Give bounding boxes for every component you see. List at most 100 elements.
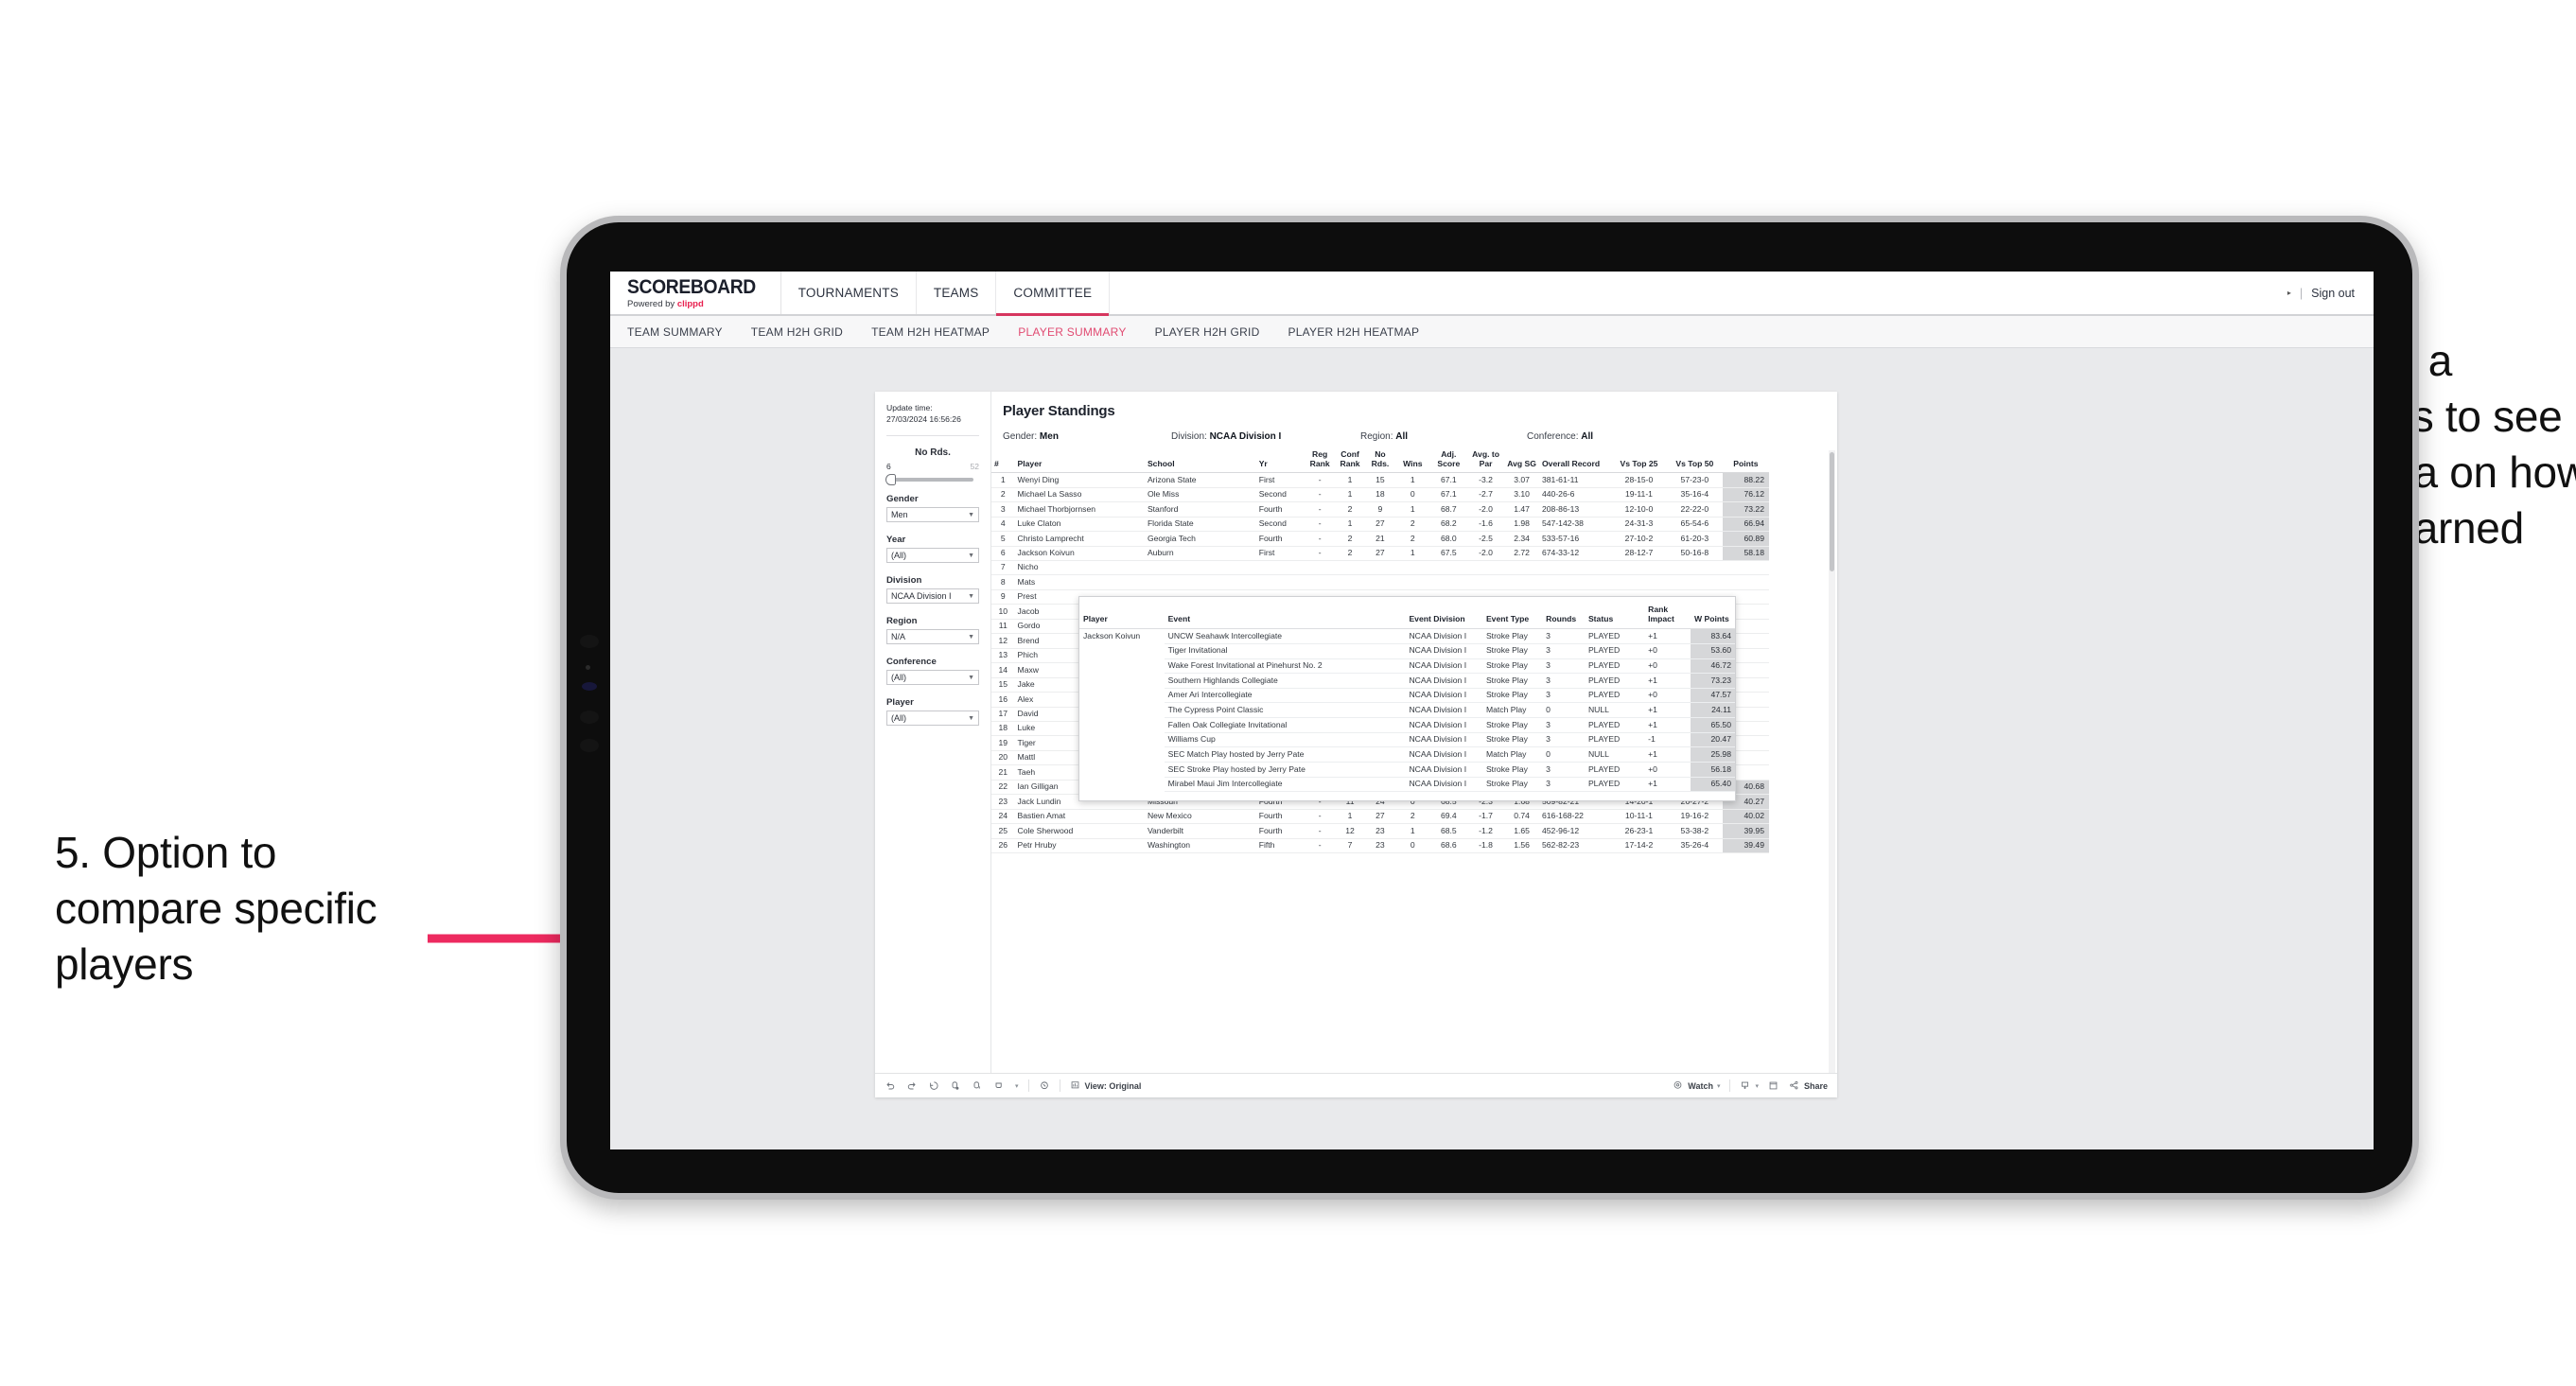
- revert-icon[interactable]: [928, 1080, 939, 1092]
- table-row[interactable]: 25 Cole Sherwood Vanderbilt Fourth -12 23 1 68.…: [991, 823, 1769, 839]
- cell-pts[interactable]: 66.94: [1722, 517, 1769, 533]
- col-player[interactable]: Player: [1014, 450, 1145, 474]
- cell-school: [1144, 560, 1256, 576]
- tab-player-summary[interactable]: PLAYER SUMMARY: [1018, 325, 1126, 339]
- filter-conference-select[interactable]: (All) ▼: [886, 670, 979, 686]
- cell-yr: Second: [1255, 487, 1306, 503]
- cell-pts[interactable]: [1722, 574, 1769, 590]
- col-vs-top-50[interactable]: Vs Top 50: [1666, 450, 1723, 474]
- tooltip-cell-event: Fallen Oak Collegiate Invitational: [1164, 717, 1406, 733]
- tooltip-cell-player: [1079, 777, 1165, 792]
- points-tooltip-popup: Player Event Event Division Event Type R…: [1078, 596, 1736, 802]
- table-row[interactable]: 1 Wenyi Ding Arizona State First -1 15 1 67.1 -3…: [991, 472, 1769, 488]
- tooltip-cell-wpts: 65.40: [1691, 777, 1735, 793]
- filter-year-select[interactable]: (All) ▼: [886, 548, 979, 564]
- nav-item-tournaments[interactable]: TOURNAMENTS: [781, 272, 917, 314]
- cell-pts[interactable]: [1722, 560, 1769, 576]
- redo-icon[interactable]: [906, 1080, 918, 1092]
- col-points[interactable]: Points: [1722, 450, 1769, 474]
- table-row[interactable]: 3 Michael Thorbjornsen Stanford Fourth -2 9 1 6…: [991, 501, 1769, 518]
- col-adj-score[interactable]: Adj. Score: [1429, 450, 1467, 474]
- col-school[interactable]: School: [1144, 450, 1256, 474]
- tab-player-h2h-grid[interactable]: PLAYER H2H GRID: [1155, 325, 1260, 339]
- col-rank[interactable]: #: [991, 450, 1015, 474]
- pause-auto-updates-icon[interactable]: [1039, 1080, 1050, 1092]
- tab-player-h2h-heatmap[interactable]: PLAYER H2H HEATMAP: [1288, 325, 1420, 339]
- view-original-button[interactable]: View: Original: [1070, 1080, 1141, 1092]
- share-button[interactable]: Share: [1789, 1080, 1828, 1092]
- no-rounds-slider[interactable]: [885, 474, 973, 486]
- clear-selection-caret-icon[interactable]: ▾: [1015, 1082, 1019, 1090]
- fullscreen-icon[interactable]: [1768, 1080, 1779, 1092]
- col-avg-to-par[interactable]: Avg. to Par: [1466, 450, 1505, 474]
- nav-item-committee[interactable]: COMMITTEE: [996, 272, 1111, 316]
- undo-icon[interactable]: [885, 1080, 896, 1092]
- tooltip-cell-status: PLAYED: [1584, 643, 1645, 659]
- table-row[interactable]: 4 Luke Claton Florida State Second -1 27 2 68.2…: [991, 517, 1769, 533]
- col-vs-top-25[interactable]: Vs Top 25: [1611, 450, 1667, 474]
- cell-pts[interactable]: 58.18: [1722, 546, 1769, 561]
- tab-team-h2h-grid[interactable]: TEAM H2H GRID: [751, 325, 843, 339]
- filter-division-select[interactable]: NCAA Division I ▼: [886, 588, 979, 605]
- update-time-label: Update time:: [886, 403, 933, 412]
- pause-icon[interactable]: [972, 1080, 983, 1092]
- col-reg-rank[interactable]: Reg Rank: [1305, 450, 1336, 474]
- cell-yr: Fourth: [1255, 823, 1306, 839]
- tab-team-summary[interactable]: TEAM SUMMARY: [627, 325, 723, 339]
- cell-school: Florida State: [1144, 517, 1256, 533]
- download-caret-icon[interactable]: ▾: [1755, 1082, 1759, 1090]
- chevron-down-icon: ▼: [968, 674, 974, 681]
- cell-atp: -2.0: [1466, 501, 1505, 518]
- tooltip-cell-event: SEC Match Play hosted by Jerry Pate: [1164, 746, 1406, 763]
- vertical-scrollbar[interactable]: [1829, 450, 1835, 1073]
- cell-rank: 12: [991, 633, 1015, 649]
- tab-team-h2h-heatmap[interactable]: TEAM H2H HEATMAP: [871, 325, 990, 339]
- filter-region-select[interactable]: N/A ▼: [886, 629, 979, 645]
- cell-t25: 10-11-1: [1611, 809, 1667, 825]
- cell-t25: 17-14-2: [1611, 838, 1667, 854]
- cell-player: Wenyi Ding: [1014, 472, 1145, 488]
- cell-wins: 2: [1394, 809, 1430, 825]
- cell-pts[interactable]: 40.02: [1722, 809, 1769, 825]
- cell-pts[interactable]: 60.89: [1722, 531, 1769, 547]
- cell-rec: 381-61-11: [1538, 472, 1612, 488]
- download-button[interactable]: ▾: [1740, 1080, 1759, 1092]
- tooltip-cell-status: PLAYED: [1584, 688, 1645, 704]
- col-yr[interactable]: Yr: [1255, 450, 1306, 474]
- watch-button[interactable]: Watch ▾: [1673, 1080, 1720, 1092]
- table-row[interactable]: 5 Christo Lamprecht Georgia Tech Fourth -2 21…: [991, 531, 1769, 547]
- user-menu-caret-icon[interactable]: ▸: [2287, 289, 2291, 297]
- cell-pts[interactable]: 39.49: [1722, 838, 1769, 854]
- cell-pts[interactable]: 88.22: [1722, 472, 1769, 488]
- nav-item-teams[interactable]: TEAMS: [917, 272, 997, 314]
- brand-logo[interactable]: SCOREBOARD Powered by clippd: [610, 272, 781, 314]
- cell-atp: -2.0: [1466, 546, 1505, 561]
- table-row[interactable]: 2 Michael La Sasso Ole Miss Second -1 18 0 67.1…: [991, 487, 1769, 503]
- refresh-icon[interactable]: [950, 1080, 961, 1092]
- filter-gender: Gender Men ▼: [886, 494, 979, 523]
- col-conf-rank[interactable]: Conf Rank: [1335, 450, 1365, 474]
- table-row[interactable]: 24 Bastien Amat New Mexico Fourth -1 27 2 69.4-…: [991, 809, 1769, 825]
- filter-player-select[interactable]: (All) ▼: [886, 711, 979, 727]
- tooltip-cell-wpts: 47.57: [1691, 688, 1735, 704]
- clear-selection-icon[interactable]: [993, 1080, 1005, 1092]
- meta-conference-value: All: [1581, 431, 1594, 442]
- col-overall-record[interactable]: Overall Record: [1538, 450, 1612, 474]
- tooltip-cell-rounds: 3: [1542, 732, 1585, 748]
- sign-out-link[interactable]: Sign out: [2311, 287, 2355, 300]
- col-avg-sg[interactable]: Avg SG: [1504, 450, 1539, 474]
- col-no-rds[interactable]: No Rds.: [1365, 450, 1395, 474]
- table-row[interactable]: 6 Jackson Koivun Auburn First -2 27 1 67.5 -2.0 2…: [991, 546, 1769, 561]
- tip-col-rounds: Rounds: [1542, 597, 1585, 630]
- table-row[interactable]: 8 Mats: [991, 574, 1769, 590]
- cell-pts[interactable]: 76.12: [1722, 487, 1769, 503]
- no-rounds-slider-handle[interactable]: [885, 474, 896, 486]
- table-row[interactable]: 26 Petr Hruby Washington Fifth -7 23 0 68.6 -1.8…: [991, 838, 1769, 854]
- table-row[interactable]: 7 Nicho: [991, 560, 1769, 576]
- watch-caret-icon[interactable]: ▾: [1717, 1082, 1721, 1090]
- cell-pts[interactable]: 39.95: [1722, 823, 1769, 839]
- scrollbar-thumb[interactable]: [1830, 452, 1834, 571]
- cell-pts[interactable]: 73.22: [1722, 501, 1769, 518]
- filter-gender-select[interactable]: Men ▼: [886, 507, 979, 523]
- col-wins[interactable]: Wins: [1394, 450, 1430, 474]
